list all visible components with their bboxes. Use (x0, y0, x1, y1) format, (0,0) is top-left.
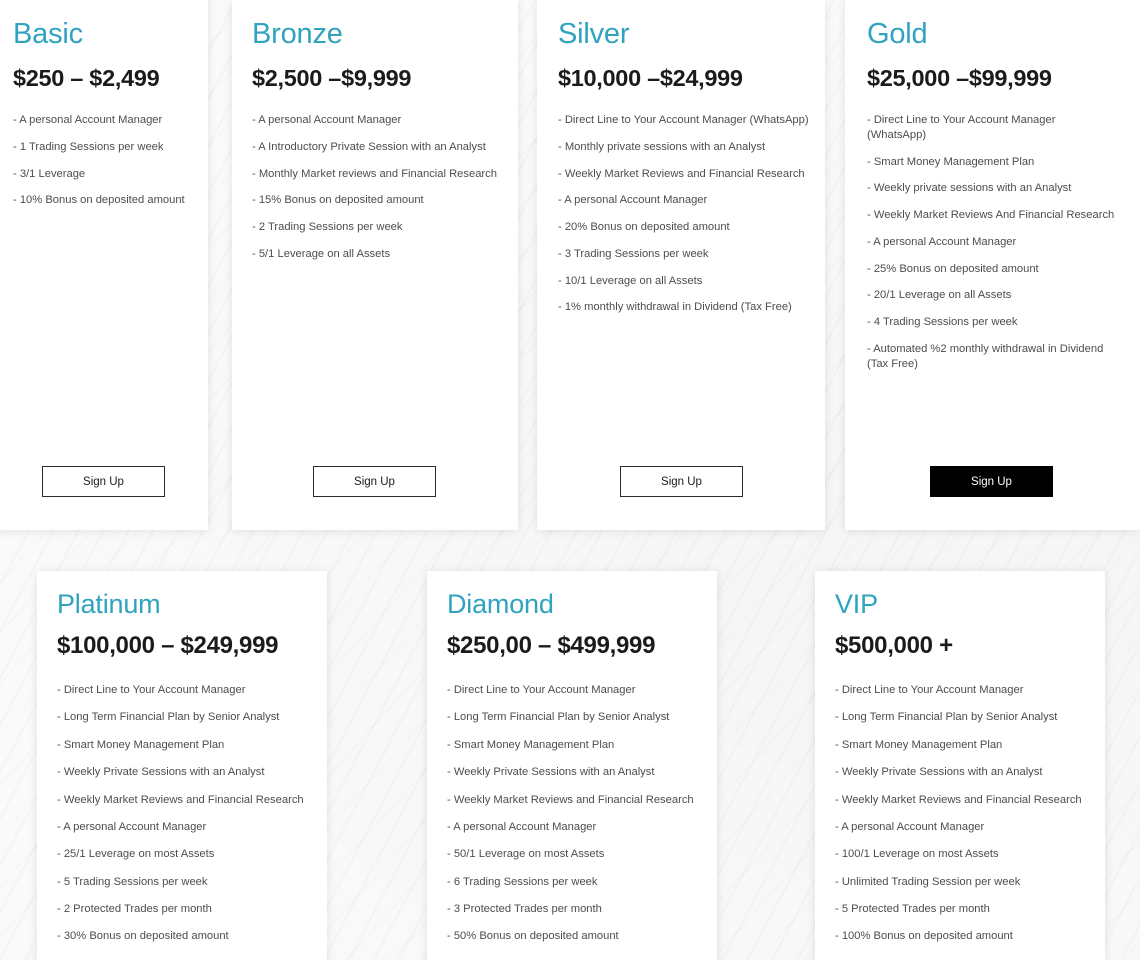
signup-button[interactable]: Sign Up (930, 466, 1053, 497)
plan-feature-item: - 10/1 Leverage on all Assets (558, 274, 703, 287)
plan-feature-list: - Direct Line to Your Account Manager (W… (867, 113, 1115, 384)
plan-title: Platinum (57, 589, 161, 619)
plan-feature-item: - Direct Line to Your Account Manager (835, 684, 1024, 696)
plan-feature-item: - Weekly Private Sessions with an Analys… (835, 766, 1043, 779)
pricing-card-diamond: Diamond $250,00 – $499,999 - Direct Line… (427, 571, 717, 960)
plan-feature-item: - 3 Trading Sessions per week (558, 247, 709, 260)
plan-price: $25,000 –$99,999 (867, 65, 1052, 91)
plan-feature-list: - A personal Account Manager - 1 Trading … (13, 113, 199, 220)
plan-feature-item: - A personal Account Manager (13, 114, 163, 126)
plan-feature-item: - 2 Protected Trades per month (57, 903, 212, 915)
plan-title: Gold (867, 18, 928, 50)
plan-feature-item: - 50/1 Leverage on most Assets (447, 848, 605, 861)
plan-feature-item: - 10% Bonus on deposited amount (13, 194, 185, 207)
plan-feature-item: - 1% monthly withdrawal in Dividend (Tax… (558, 301, 792, 314)
pricing-card-silver: Silver $10,000 –$24,999 - Direct Line to… (537, 0, 825, 530)
plan-feature-item: - 25/1 Leverage on most Assets (57, 848, 215, 861)
plan-feature-item: - 100/1 Leverage on most Assets (835, 848, 999, 861)
plan-feature-item: - 5 Protected Trades per month (835, 903, 990, 915)
plan-feature-item: - 4 Trading Sessions per week (867, 316, 1018, 329)
signup-button[interactable]: Sign Up (620, 466, 743, 497)
plan-feature-item: - Unlimited Trading Session per week (835, 875, 1021, 888)
plan-feature-item: - 3 Protected Trades per month (447, 903, 602, 915)
pricing-plans-page: Basic $250 – $2,499 - A personal Account… (0, 0, 1140, 960)
plan-feature-item: - 3/1 Leverage (13, 167, 86, 180)
plan-feature-list: - Direct Line to Your Account Manager - L… (447, 683, 709, 957)
plan-feature-item: - Long Term Financial Plan by Senior Ana… (447, 711, 670, 724)
plan-feature-item: - Smart Money Management Plan (867, 155, 1035, 168)
plan-feature-list: - A personal Account Manager - A Introduc… (252, 113, 508, 274)
pricing-card-bronze: Bronze $2,500 –$9,999 - A personal Accou… (232, 0, 518, 530)
plan-feature-item: - Direct Line to Your Account Manager (W… (558, 114, 809, 126)
plan-price: $2,500 –$9,999 (252, 65, 412, 91)
plan-feature-item: - 30% Bonus on deposited amount (57, 930, 229, 943)
plan-feature-item: - Weekly private sessions with an Analys… (867, 182, 1072, 195)
plan-feature-item: - A personal Account Manager (252, 114, 402, 126)
plan-feature-item: - Automated %2 monthly withdrawal in Div… (867, 343, 1104, 370)
signup-button[interactable]: Sign Up (42, 466, 165, 497)
plan-feature-item: - 25% Bonus on deposited amount (867, 262, 1039, 275)
plan-feature-item: - Weekly Private Sessions with an Analys… (447, 766, 655, 779)
plan-feature-item: - Weekly Private Sessions with an Analys… (57, 766, 265, 779)
pricing-card-gold: Gold $25,000 –$99,999 - Direct Line to Y… (845, 0, 1140, 530)
pricing-card-basic: Basic $250 – $2,499 - A personal Account… (0, 0, 208, 530)
plan-feature-item: - 6 Trading Sessions per week (447, 875, 598, 888)
plan-feature-item: - 100% Bonus on deposited amount (835, 930, 1013, 943)
pricing-card-platinum: Platinum $100,000 – $249,999 - Direct Li… (37, 571, 327, 960)
plan-title: VIP (835, 589, 878, 619)
plan-feature-item: - 2 Trading Sessions per week (252, 221, 403, 234)
plan-feature-list: - Direct Line to Your Account Manager (W… (558, 113, 816, 327)
plan-feature-item: - Monthly Market reviews and Financial R… (252, 167, 497, 180)
plan-feature-item: - Weekly Market Reviews and Financial Re… (558, 167, 805, 180)
plan-feature-item: - Direct Line to Your Account Manager (W… (867, 114, 1056, 141)
plan-feature-item: - Long Term Financial Plan by Senior Ana… (57, 711, 280, 724)
plan-feature-item: - Direct Line to Your Account Manager (447, 684, 636, 696)
plan-feature-item: - Weekly Market Reviews and Financial Re… (57, 793, 304, 806)
plan-title: Diamond (447, 589, 554, 619)
plan-title: Basic (13, 18, 83, 50)
plan-feature-item: - A personal Account Manager (57, 820, 207, 833)
plan-price: $250 – $2,499 (13, 65, 160, 91)
plan-feature-item: - 20/1 Leverage on all Assets (867, 289, 1012, 302)
plan-price: $10,000 –$24,999 (558, 65, 743, 91)
plan-feature-item: - Monthly private sessions with an Analy… (558, 140, 766, 153)
plan-title: Silver (558, 18, 630, 50)
signup-button[interactable]: Sign Up (313, 466, 436, 497)
plan-feature-item: - Weekly Market Reviews and Financial Re… (835, 793, 1082, 806)
plan-feature-item: - A personal Account Manager (558, 194, 708, 207)
plan-feature-item: - Direct Line to Your Account Manager (57, 684, 246, 696)
plan-feature-item: - 5/1 Leverage on all Assets (252, 247, 391, 260)
plan-feature-item: - A personal Account Manager (835, 820, 985, 833)
plan-feature-item: - Weekly Market Reviews And Financial Re… (867, 209, 1115, 222)
plan-feature-item: - A Introductory Private Session with an… (252, 140, 486, 153)
plan-price: $250,00 – $499,999 (447, 632, 656, 659)
plan-feature-list: - Direct Line to Your Account Manager - L… (57, 683, 319, 957)
plan-title: Bronze (252, 18, 343, 50)
plan-feature-item: - Long Term Financial Plan by Senior Ana… (835, 711, 1058, 724)
plan-feature-item: - A personal Account Manager (447, 820, 597, 833)
plan-feature-item: - Weekly Market Reviews and Financial Re… (447, 793, 694, 806)
plan-feature-item: - 50% Bonus on deposited amount (447, 930, 619, 943)
plan-feature-item: - Smart Money Management Plan (57, 738, 225, 751)
plan-price: $100,000 – $249,999 (57, 632, 279, 659)
plan-price: $500,000 + (835, 632, 953, 659)
plan-feature-item: - Smart Money Management Plan (835, 738, 1003, 751)
plan-feature-item: - A personal Account Manager (867, 235, 1017, 248)
pricing-card-vip: VIP $500,000 + - Direct Line to Your Acc… (815, 571, 1105, 960)
plan-feature-item: - 5 Trading Sessions per week (57, 875, 208, 888)
plan-feature-item: - 1 Trading Sessions per week (13, 140, 164, 153)
plan-feature-item: - Smart Money Management Plan (447, 738, 615, 751)
plan-feature-list: - Direct Line to Your Account Manager - L… (835, 683, 1097, 957)
plan-feature-item: - 20% Bonus on deposited amount (558, 221, 730, 234)
plan-feature-item: - 15% Bonus on deposited amount (252, 194, 424, 207)
